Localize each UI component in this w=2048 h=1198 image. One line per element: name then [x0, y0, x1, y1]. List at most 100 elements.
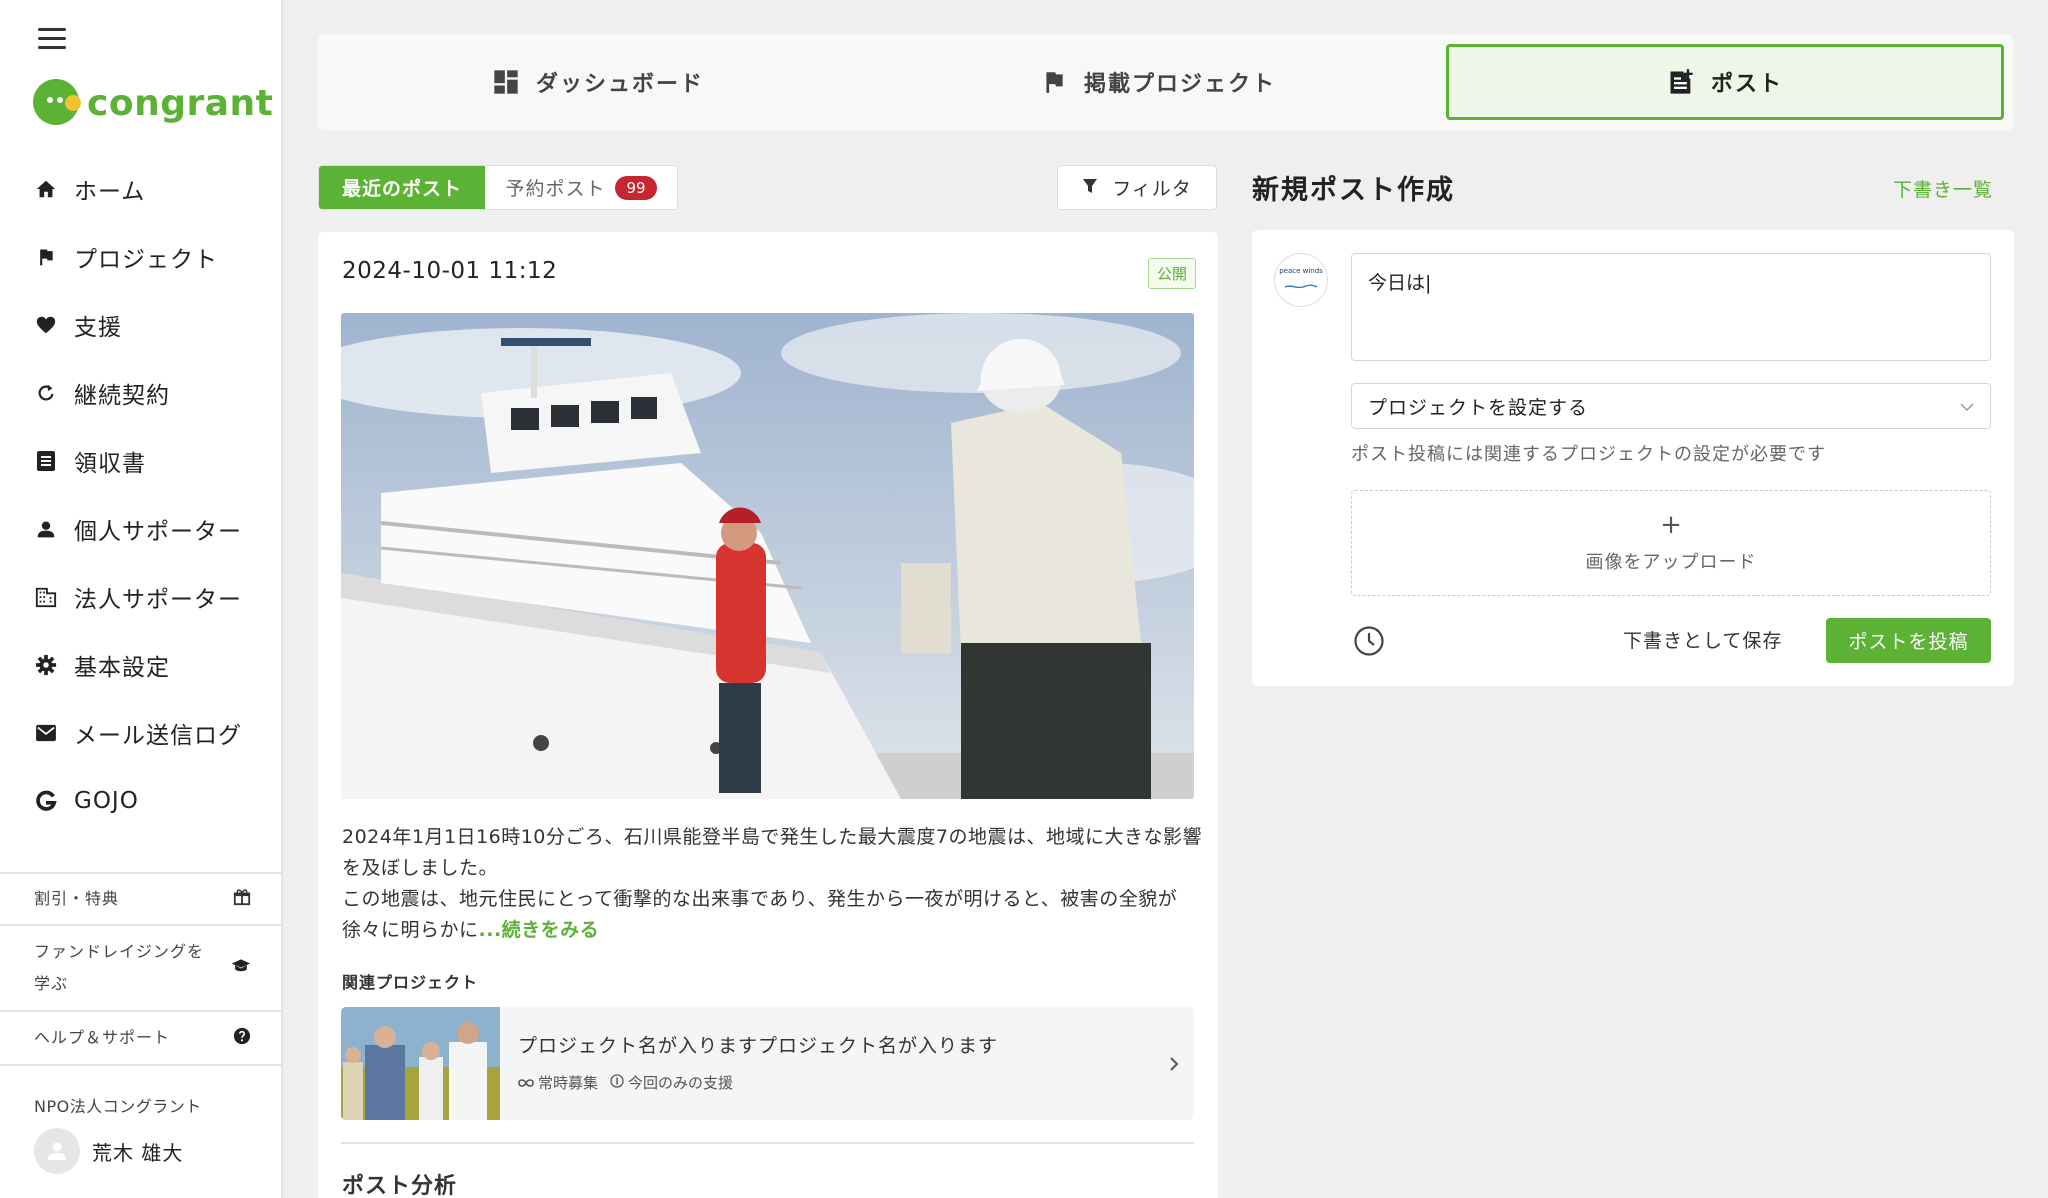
tab-recent-posts[interactable]: 最近のポスト	[319, 166, 485, 209]
upload-label: 画像をアップロード	[1585, 552, 1757, 573]
org-logo-text: peace winds	[1279, 266, 1323, 275]
plus-icon: +	[1660, 510, 1682, 540]
project-select-label: プロジェクトを設定する	[1368, 396, 1589, 419]
related-projects-title: 関連プロジェクト	[342, 973, 479, 992]
sidebar-item-settings[interactable]: 基本設定	[0, 631, 281, 699]
flag-icon	[34, 245, 58, 269]
heart-icon	[34, 313, 58, 337]
tab-scheduled-label: 予約ポスト	[505, 178, 606, 200]
post-date: 2024-10-01 11:12	[342, 258, 558, 284]
project-select[interactable]: プロジェクトを設定する	[1351, 383, 1991, 429]
status-badge: 公開	[1147, 258, 1196, 289]
sidebar-link-discounts[interactable]: 割引・特典	[0, 874, 281, 926]
sidebar-item-home[interactable]: ホーム	[0, 155, 281, 223]
filter-icon	[1082, 178, 1098, 198]
related-project-info: プロジェクト名が入りますプロジェクト名が入ります 常時募集 今回のみの支援	[500, 1007, 1154, 1120]
new-post-title: 新規ポスト作成	[1252, 175, 1455, 206]
gift-icon	[233, 888, 251, 910]
sidebar-item-individual-supporters[interactable]: 個人サポーター	[0, 495, 281, 563]
related-project-card[interactable]: プロジェクト名が入りますプロジェクト名が入ります 常時募集 今回のみの支援	[341, 1007, 1194, 1120]
top-tabs: ダッシュボード 掲載プロジェクト ポスト	[318, 34, 2014, 130]
tab-label: ポスト	[1710, 72, 1783, 97]
sidebar-item-label: プロジェクト	[74, 247, 218, 273]
filter-label: フィルタ	[1112, 178, 1192, 200]
tab-scheduled-posts[interactable]: 予約ポスト 99	[485, 166, 677, 209]
submit-post-button[interactable]: ポストを投稿	[1826, 618, 1991, 663]
avatar	[34, 1128, 80, 1174]
image-upload[interactable]: + 画像をアップロード	[1351, 490, 1991, 596]
user-profile[interactable]: 荒木 雄大	[34, 1128, 183, 1174]
post-segment-control: 最近のポスト 予約ポスト 99	[318, 165, 678, 210]
sidebar-item-support[interactable]: 支援	[0, 291, 281, 359]
receipt-icon	[34, 449, 58, 473]
drafts-list-link[interactable]: 下書き一覧	[1893, 175, 1993, 202]
filter-button[interactable]: フィルタ	[1057, 165, 1217, 210]
sidebar-item-label: 領収書	[74, 451, 146, 477]
sidebar-item-label: 個人サポーター	[74, 519, 242, 545]
scheduled-count-badge: 99	[615, 175, 657, 200]
home-icon	[34, 177, 58, 201]
post-text-input[interactable]: 今日は|	[1351, 253, 1991, 361]
infinity-icon	[518, 1074, 534, 1092]
post-analysis-title: ポスト分析	[342, 1174, 458, 1198]
logo-text: congrant	[87, 82, 274, 124]
sidebar-item-recurring[interactable]: 継続契約	[0, 359, 281, 427]
graduation-cap-icon	[231, 958, 251, 978]
related-project-meta: 常時募集 今回のみの支援	[518, 1072, 1154, 1093]
recurring-label: 常時募集	[538, 1074, 599, 1092]
sidebar-item-label: 基本設定	[74, 655, 170, 681]
gear-icon	[34, 653, 58, 677]
post-image[interactable]	[341, 313, 1194, 799]
org-name: NPO法人コングラント	[34, 1097, 202, 1116]
chevron-right-icon	[1154, 1007, 1194, 1120]
post-add-icon	[1667, 68, 1695, 96]
sidebar-item-label: ホーム	[74, 179, 146, 205]
sidebar-link-learn-fundraising[interactable]: ファンドレイジングを学ぶ	[0, 926, 281, 1012]
person-icon	[34, 517, 58, 541]
sidebar-item-label: 法人サポーター	[74, 587, 242, 613]
post-body: 2024年1月1日16時10分ごろ、石川県能登半島で発生した最大震度7の地震は、…	[342, 822, 1202, 946]
mail-icon	[34, 721, 58, 745]
logo[interactable]: congrant	[33, 78, 273, 128]
recurring-meta: 常時募集	[518, 1072, 598, 1093]
tab-posts[interactable]: ポスト	[1446, 44, 2004, 120]
sidebar-item-corporate-supporters[interactable]: 法人サポーター	[0, 563, 281, 631]
tab-label: ダッシュボード	[535, 72, 704, 97]
user-name: 荒木 雄大	[92, 1140, 184, 1165]
one-time-icon	[610, 1073, 624, 1092]
sidebar-item-mail-log[interactable]: メール送信ログ	[0, 699, 281, 767]
tab-listed-projects[interactable]: 掲載プロジェクト	[878, 44, 1438, 120]
menu-icon[interactable]	[38, 28, 66, 50]
post-body-text: 2024年1月1日16時10分ごろ、石川県能登半島で発生した最大震度7の地震は、…	[342, 826, 1202, 941]
refresh-icon	[34, 381, 58, 405]
sidebar-link-label: ファンドレイジングを学ぶ	[34, 942, 205, 993]
one-time-label: 今回のみの支援	[628, 1074, 734, 1092]
sidebar-item-label: メール送信ログ	[74, 723, 242, 749]
save-draft-button[interactable]: 下書きとして保存	[1623, 626, 1782, 653]
dashboard-icon	[492, 68, 520, 96]
gojo-icon	[34, 789, 58, 813]
project-hint: ポスト投稿には関連するプロジェクトの設定が必要です	[1351, 444, 1826, 465]
sidebar-link-help[interactable]: ヘルプ＆サポート	[0, 1012, 281, 1066]
sidebar-item-receipts[interactable]: 領収書	[0, 427, 281, 495]
sidebar-item-label: GOJO	[74, 788, 139, 814]
divider	[341, 1142, 1194, 1144]
sidebar-item-gojo[interactable]: GOJO	[0, 767, 281, 835]
sidebar-item-projects[interactable]: プロジェクト	[0, 223, 281, 291]
sidebar-links: 割引・特典 ファンドレイジングを学ぶ ヘルプ＆サポート	[0, 872, 281, 1066]
org-logo: peace winds	[1274, 253, 1328, 307]
sidebar-link-label: ヘルプ＆サポート	[34, 1028, 171, 1047]
logo-mark	[33, 79, 81, 127]
sidebar-item-label: 支援	[74, 315, 122, 341]
post-card: 2024-10-01 11:12 公開 2024年1月1日16時10分ごろ、石川…	[318, 232, 1218, 1198]
read-more-link[interactable]: ...続きをみる	[479, 919, 600, 941]
sidebar-item-label: 継続契約	[74, 383, 170, 409]
tab-dashboard[interactable]: ダッシュボード	[318, 44, 878, 120]
sidebar: congrant ホーム プロジェクト 支援 継続契約 領収書 個人サポーター …	[0, 0, 283, 1198]
flag-icon	[1040, 68, 1068, 96]
tab-label: 掲載プロジェクト	[1083, 72, 1276, 97]
related-project-name: プロジェクト名が入りますプロジェクト名が入ります	[518, 1035, 999, 1057]
building-icon	[34, 585, 58, 609]
sidebar-link-label: 割引・特典	[34, 889, 120, 908]
schedule-clock-icon[interactable]	[1353, 625, 1385, 657]
